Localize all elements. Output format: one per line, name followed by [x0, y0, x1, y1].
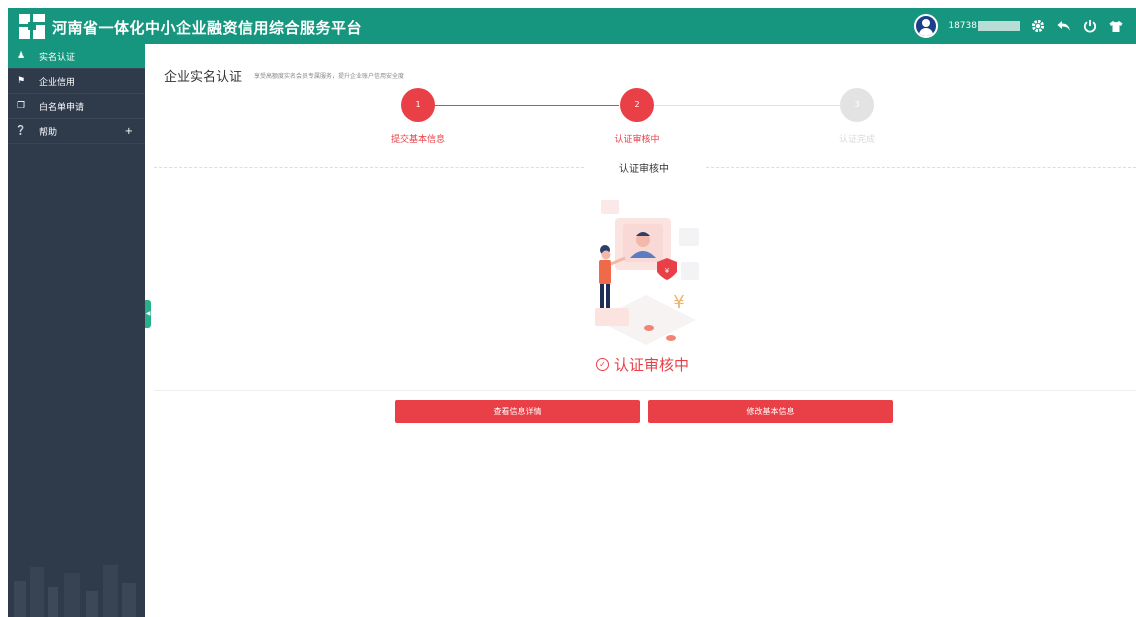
step-2-label: 认证审核中 — [614, 135, 660, 145]
check-circle-icon: ✓ — [596, 358, 609, 371]
step-2-circle: 2 — [620, 88, 654, 122]
user-toolbar: 18738 — [914, 14, 1124, 38]
user-id-text: 18738 — [948, 21, 977, 31]
sidebar-item-label: 实名认证 — [39, 52, 76, 63]
svg-text:¥: ¥ — [665, 267, 670, 275]
step-connector-2-3 — [654, 105, 840, 106]
svg-text:¥: ¥ — [673, 292, 684, 313]
copy-icon: ❐ — [16, 101, 26, 111]
top-header-bar: 河南省一体化中小企业融资信用综合服务平台 18738 — [8, 8, 1136, 44]
page-subtitle: 享受高额度实名会员专属服务，提升企业账户信用安全度 — [254, 73, 405, 80]
main-content: 企业实名认证 享受高额度实名会员专属服务，提升企业账户信用安全度 1 2 3 提… — [154, 52, 1136, 617]
masked-user-id — [978, 21, 1020, 31]
step-1-circle: 1 — [401, 88, 435, 122]
user-avatar-icon[interactable] — [914, 14, 939, 38]
sidebar-item-real-name-auth[interactable]: ♟ 实名认证 — [8, 44, 145, 69]
gear-icon[interactable] — [1030, 18, 1046, 34]
view-details-button[interactable]: 查看信息详情 — [395, 400, 640, 423]
help-icon: ❔ — [15, 126, 27, 136]
step-connector-1-2 — [435, 105, 619, 106]
review-status: ✓ 认证审核中 — [596, 354, 689, 375]
sidebar-item-label: 帮助 — [39, 127, 58, 138]
review-status-text: 认证审核中 — [614, 356, 690, 374]
step-1-label: 提交基本信息 — [390, 135, 445, 145]
expand-plus-icon[interactable]: + — [125, 126, 133, 137]
section-label: 认证审核中 — [619, 164, 669, 175]
sidebar: ♟ 实名认证 ⚑ 企业信用 ❐ 白名单申请 ❔ 帮助 + — [8, 44, 145, 617]
user-icon: ♟ — [16, 51, 26, 61]
page-title: 企业实名认证 — [164, 70, 243, 85]
review-in-progress-illustration: ¥ ¥ — [595, 200, 699, 345]
content-divider — [154, 390, 1136, 391]
sidebar-item-help[interactable]: ❔ 帮助 + — [8, 119, 145, 144]
bookmark-icon: ⚑ — [16, 76, 26, 86]
step-3-circle: 3 — [840, 88, 874, 122]
step-3-label: 认证完成 — [838, 135, 875, 145]
shirt-icon[interactable] — [1108, 18, 1124, 34]
platform-logo — [19, 14, 45, 39]
modify-basic-info-button[interactable]: 修改基本信息 — [648, 400, 893, 423]
sidebar-item-label: 白名单申请 — [39, 102, 85, 113]
sidebar-item-enterprise-credit[interactable]: ⚑ 企业信用 — [8, 69, 145, 94]
sidebar-item-whitelist-application[interactable]: ❐ 白名单申请 — [8, 94, 145, 119]
power-icon[interactable] — [1082, 18, 1098, 34]
platform-title: 河南省一体化中小企业融资信用综合服务平台 — [52, 19, 363, 37]
section-divider-left — [154, 167, 584, 168]
app-frame: 河南省一体化中小企业融资信用综合服务平台 18738 ♟ 实名认证 ⚑ 企业信用… — [8, 8, 1136, 617]
section-divider-right — [706, 167, 1136, 168]
user-account[interactable]: 18738 — [948, 21, 1020, 31]
sidebar-city-skyline-decoration — [14, 565, 136, 617]
back-arrow-icon[interactable] — [1056, 18, 1072, 34]
sidebar-collapse-handle[interactable]: ◀ — [145, 300, 151, 328]
sidebar-item-label: 企业信用 — [39, 77, 76, 88]
